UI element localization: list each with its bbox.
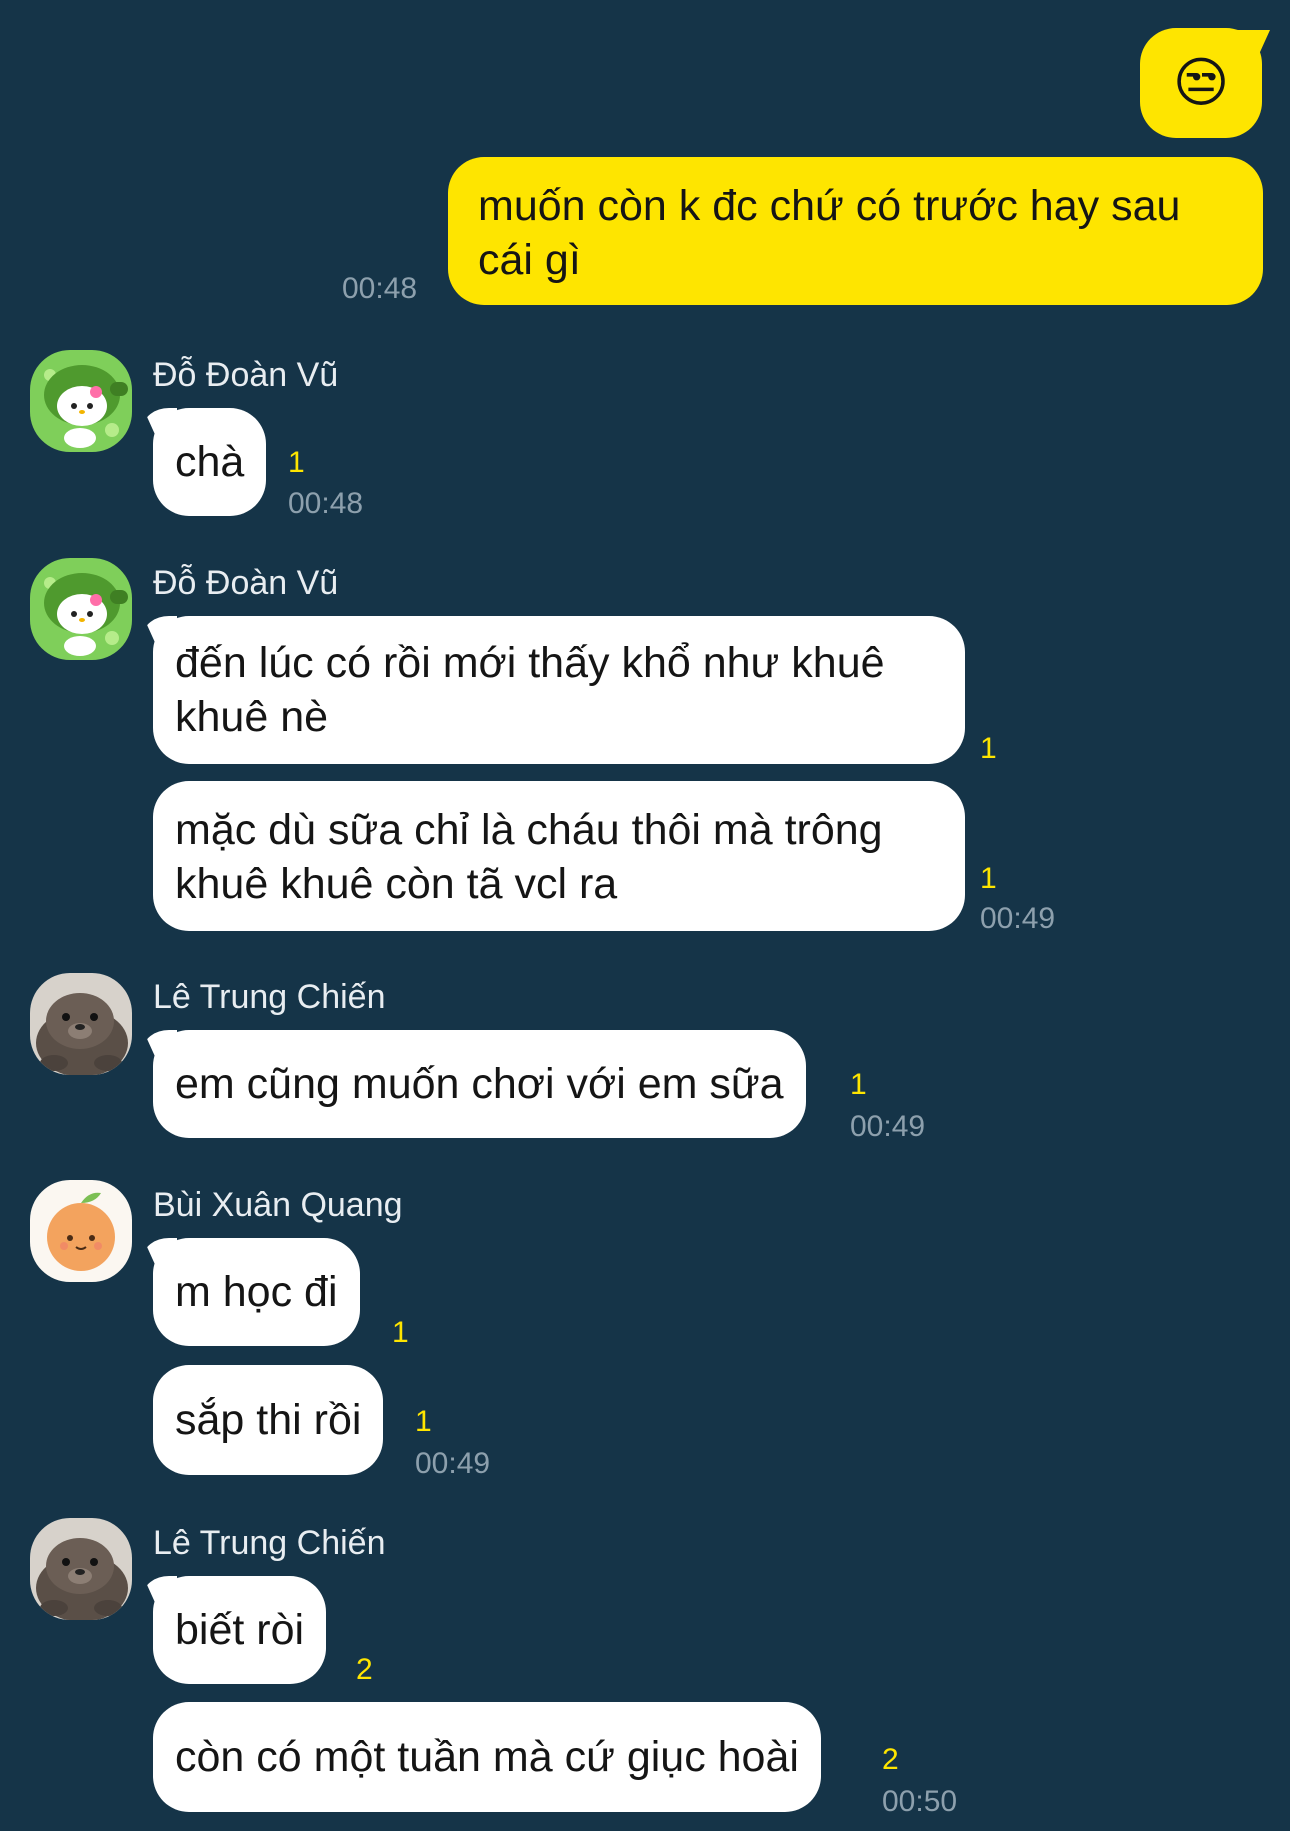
outgoing-message-bubble[interactable]: muốn còn k đc chứ có trước hay sau cái g… — [448, 157, 1263, 305]
message-bubble[interactable]: sắp thi rồi — [153, 1365, 384, 1475]
message-bubble[interactable]: em cũng muốn chơi với em sữa — [153, 1030, 806, 1138]
message-bubble[interactable]: m học đi — [153, 1238, 360, 1346]
message-text: m học đi — [175, 1268, 338, 1316]
message-timestamp: 00:49 — [980, 902, 1056, 935]
message-text: mặc dù sữa chỉ là cháu thôi mà trông khu… — [175, 806, 883, 908]
sender-name: Bùi Xuân Quang — [153, 1186, 403, 1224]
message-bubble[interactable]: biết ròi — [153, 1576, 327, 1684]
otter-avatar-icon — [30, 973, 132, 1075]
otter-avatar-icon — [30, 1518, 132, 1620]
message-timestamp: 00:49 — [415, 1447, 491, 1480]
outgoing-tail — [1236, 30, 1270, 60]
outgoing-message-text: muốn còn k đc chứ có trước hay sau cái g… — [478, 182, 1181, 284]
message-bubble[interactable]: mặc dù sữa chỉ là cháu thôi mà trông khu… — [153, 781, 965, 931]
unread-count: 1 — [288, 446, 305, 479]
message-text: đến lúc có rồi mới thấy khổ như khuê khu… — [175, 639, 885, 741]
message-bubble[interactable]: chà — [153, 408, 267, 516]
unread-count: 2 — [356, 1653, 373, 1686]
avatar[interactable] — [30, 558, 132, 660]
sender-name: Lê Trung Chiến — [153, 978, 386, 1016]
unread-count: 1 — [850, 1068, 867, 1101]
message-text: em cũng muốn chơi với em sữa — [175, 1060, 784, 1108]
hello-kitty-plant-avatar-icon — [30, 558, 132, 660]
sender-name: Lê Trung Chiến — [153, 1524, 386, 1562]
unread-count: 1 — [980, 732, 997, 765]
message-text: còn có một tuần mà cứ giục hoài — [175, 1733, 799, 1781]
avatar[interactable] — [30, 1180, 132, 1282]
sender-name: Đỗ Đoàn Vũ — [153, 356, 339, 394]
hello-kitty-plant-avatar-icon — [30, 350, 132, 452]
unread-count: 1 — [980, 862, 997, 895]
sender-name: Đỗ Đoàn Vũ — [153, 564, 339, 602]
message-text: biết ròi — [175, 1606, 305, 1654]
avatar[interactable] — [30, 973, 132, 1075]
message-timestamp: 00:48 — [288, 487, 364, 520]
message-bubble[interactable]: đến lúc có rồi mới thấy khổ như khuê khu… — [153, 616, 965, 764]
avatar[interactable] — [30, 1518, 132, 1620]
unread-count: 2 — [882, 1743, 899, 1776]
outgoing-timestamp: 00:48 — [342, 272, 418, 305]
unamused-face-icon: 😒 — [1172, 53, 1230, 113]
orange-avatar-icon — [30, 1180, 132, 1282]
avatar[interactable] — [30, 350, 132, 452]
message-text: chà — [175, 438, 245, 486]
unread-count: 1 — [392, 1316, 409, 1349]
message-timestamp: 00:50 — [882, 1785, 958, 1818]
message-timestamp: 00:49 — [850, 1110, 926, 1143]
message-bubble[interactable]: còn có một tuần mà cứ giục hoài — [153, 1702, 821, 1812]
unread-count: 1 — [415, 1405, 432, 1438]
message-text: sắp thi rồi — [175, 1396, 362, 1444]
